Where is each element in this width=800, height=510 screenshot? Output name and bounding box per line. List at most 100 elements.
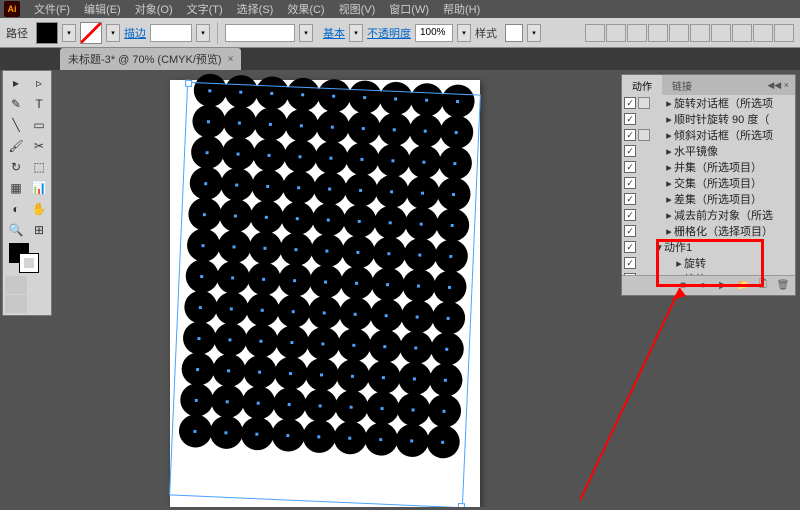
circle[interactable]	[286, 77, 320, 111]
circle[interactable]	[220, 167, 254, 201]
circle[interactable]	[432, 270, 466, 304]
circle[interactable]	[339, 266, 373, 300]
circle[interactable]	[434, 239, 468, 273]
menu-edit[interactable]: 编辑(E)	[78, 0, 127, 19]
document-tab[interactable]: 未标题-3* @ 70% (CMYK/预览) ×	[60, 48, 241, 70]
circle[interactable]	[343, 173, 377, 207]
circle[interactable]	[182, 321, 216, 355]
toggle-check-icon[interactable]: ✓	[624, 145, 636, 157]
circle[interactable]	[439, 115, 473, 149]
disclosure-arrow-icon[interactable]: ▸	[674, 273, 684, 276]
circle[interactable]	[248, 231, 282, 265]
circle[interactable]	[440, 84, 474, 118]
menu-type[interactable]: 文字(T)	[181, 0, 229, 19]
opacity-field[interactable]	[415, 24, 453, 42]
canvas[interactable]	[60, 70, 590, 507]
disclosure-arrow-icon[interactable]: ▸	[664, 193, 674, 206]
circle[interactable]	[221, 136, 255, 170]
circle[interactable]	[191, 104, 225, 138]
type-tool[interactable]: T	[28, 94, 50, 114]
circle[interactable]	[399, 330, 433, 364]
action-row[interactable]: ✓▸减去前方对象（所选	[622, 207, 795, 223]
circle[interactable]	[276, 294, 310, 328]
selection-tool[interactable]: ▸	[5, 73, 27, 93]
stop-icon[interactable]: ■	[677, 280, 689, 292]
menu-select[interactable]: 选择(S)	[231, 0, 280, 19]
action-row[interactable]: ✓▸旋转	[622, 255, 795, 271]
circle[interactable]	[275, 325, 309, 359]
rotate-tool[interactable]: ↻	[5, 157, 27, 177]
circle[interactable]	[403, 237, 437, 271]
circle[interactable]	[242, 355, 276, 389]
artboard-tool[interactable]: ⊞	[28, 220, 50, 240]
scale-tool[interactable]: ⬚	[28, 157, 50, 177]
tab-actions[interactable]: 动作	[622, 75, 662, 96]
dialog-toggle-icon[interactable]	[638, 129, 650, 141]
circle[interactable]	[407, 144, 441, 178]
toggle-check-icon[interactable]: ✓	[624, 273, 636, 275]
action-row[interactable]: ✓▸栅格化（选择项目）	[622, 223, 795, 239]
circle[interactable]	[338, 297, 372, 331]
circle[interactable]	[222, 105, 256, 139]
menu-view[interactable]: 视图(V)	[333, 0, 382, 19]
disclosure-arrow-icon[interactable]: ▸	[664, 129, 674, 142]
disclosure-arrow-icon[interactable]: ▾	[654, 241, 664, 254]
circle-grid[interactable]	[161, 73, 489, 507]
toggle-check-icon[interactable]: ✓	[624, 209, 636, 221]
action-list[interactable]: ✓▸旋转对话框（所选项✓▸顺时针旋转 90 度（✓▸倾斜对话框（所选项✓▸水平镜…	[622, 95, 795, 275]
disclosure-arrow-icon[interactable]: ▸	[664, 177, 674, 190]
circle[interactable]	[316, 78, 350, 112]
disclosure-arrow-icon[interactable]: ▸	[664, 97, 674, 110]
circle[interactable]	[404, 206, 438, 240]
circle[interactable]	[302, 419, 336, 453]
disclosure-arrow-icon[interactable]: ▸	[664, 209, 674, 222]
panel-collapse-icon[interactable]: ◀◀ ×	[761, 80, 795, 91]
circle[interactable]	[334, 390, 368, 424]
basic-link[interactable]: 基本	[323, 25, 345, 41]
circle[interactable]	[244, 324, 278, 358]
trash-icon[interactable]: 🗑	[777, 280, 789, 292]
hand-tool[interactable]: ✋	[28, 199, 50, 219]
circle[interactable]	[187, 197, 221, 231]
style-swatch[interactable]	[505, 24, 523, 42]
disclosure-arrow-icon[interactable]: ▸	[664, 161, 674, 174]
stroke-weight-field[interactable]	[150, 24, 192, 42]
circle[interactable]	[401, 268, 435, 302]
align-btn-6[interactable]	[690, 24, 710, 42]
circle[interactable]	[431, 301, 465, 335]
circle[interactable]	[178, 414, 212, 448]
action-row[interactable]: ✓▸水平镜像	[622, 143, 795, 159]
play-icon[interactable]: ▶	[717, 280, 729, 292]
circle[interactable]	[333, 421, 367, 455]
circle[interactable]	[271, 418, 305, 452]
circle[interactable]	[308, 264, 342, 298]
circle[interactable]	[347, 80, 381, 114]
circle[interactable]	[215, 260, 249, 294]
circle[interactable]	[245, 293, 279, 327]
circle[interactable]	[426, 425, 460, 459]
circle[interactable]	[180, 352, 214, 386]
stroke-swatch[interactable]	[80, 22, 102, 44]
dialog-toggle-icon[interactable]	[638, 97, 650, 109]
action-row[interactable]: ✓▸倾斜对话框（所选项	[622, 127, 795, 143]
circle[interactable]	[272, 387, 306, 421]
brush-field[interactable]	[225, 24, 295, 42]
basic-dd[interactable]: ▾	[349, 24, 363, 42]
toggle-check-icon[interactable]: ✓	[624, 161, 636, 173]
align-btn-8[interactable]	[732, 24, 752, 42]
circle[interactable]	[427, 394, 461, 428]
circle[interactable]	[252, 138, 286, 172]
action-row[interactable]: ✓▸顺时针旋转 90 度（	[622, 111, 795, 127]
circle[interactable]	[370, 267, 404, 301]
fill-dropdown[interactable]: ▾	[62, 24, 76, 42]
menu-help[interactable]: 帮助(H)	[437, 0, 486, 19]
mesh-tool[interactable]: ▦	[5, 178, 27, 198]
tab-links[interactable]: 链接	[662, 75, 702, 96]
opacity-dd[interactable]: ▾	[457, 24, 471, 42]
circle[interactable]	[311, 202, 345, 236]
circle[interactable]	[428, 363, 462, 397]
stroke-weight-dd[interactable]: ▾	[196, 24, 210, 42]
new-set-icon[interactable]: 📁	[737, 280, 749, 292]
circle[interactable]	[345, 142, 379, 176]
fill-swatch[interactable]	[36, 22, 58, 44]
